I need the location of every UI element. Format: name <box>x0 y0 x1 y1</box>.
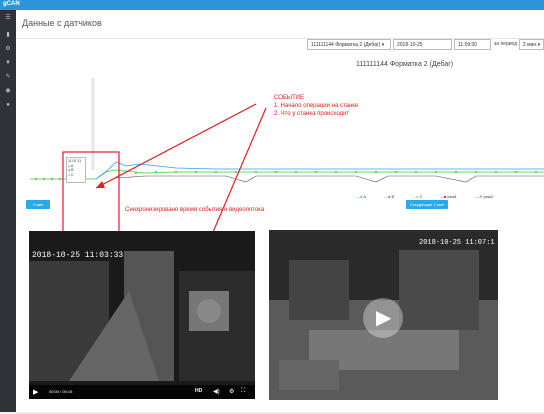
menu-icon[interactable]: ☰ <box>5 15 11 21</box>
settings-icon[interactable]: ⚙ <box>5 46 11 52</box>
tooltip-c: C <box>71 172 74 177</box>
arrow-to-chart <box>95 103 257 189</box>
filter-icon[interactable]: ▼ <box>5 60 11 66</box>
back-button[interactable]: 2 мин <box>26 200 50 209</box>
eye-icon[interactable]: ◉ <box>5 88 11 94</box>
globe-icon[interactable]: ● <box>5 102 11 108</box>
video-player-2[interactable]: 2018-10-25 11:07:1 ▶ <box>269 230 498 400</box>
next-button[interactable]: Следующие 2 мин <box>406 200 448 209</box>
video1-time: 00:00 / 00:15 <box>49 389 73 394</box>
legend-mode1-label: реж1 <box>447 194 457 199</box>
series-B-line <box>115 175 544 183</box>
legend-a[interactable]: —● A <box>356 194 366 199</box>
legend-c[interactable]: —● C <box>412 194 422 199</box>
legend-mode2-label: реж2 <box>483 194 493 199</box>
annotation-title: СОБЫТИЕ <box>274 95 305 101</box>
series-A-line <box>95 161 544 180</box>
legend-b-label: B <box>391 194 395 199</box>
annotation-line1: 1. Начало операции на станке <box>274 103 359 109</box>
legend-mode1[interactable]: —■ реж1 <box>440 194 457 199</box>
legend-c-label: C <box>419 194 423 199</box>
settings-icon[interactable]: ⚙ <box>229 388 234 395</box>
tooltip-a: A <box>70 163 74 168</box>
series-C-line <box>30 169 544 180</box>
legend-a-label: A <box>363 194 366 199</box>
video2-timestamp: 2018-10-25 11:07:1 <box>419 239 495 247</box>
legend-mode2[interactable]: —✕ реж2 <box>475 194 493 199</box>
app-logo: gCAN <box>3 1 20 7</box>
video-player-1[interactable]: 2018-10-25 11:03:33 ▶ 00:00 / 00:15 HD ◀… <box>29 231 255 399</box>
fullscreen-icon[interactable]: ⛶ <box>241 388 245 395</box>
sidebar: ☰ ▮ ⚙ ▼ ✎ ◉ ● <box>0 10 16 412</box>
hd-badge[interactable]: HD <box>195 388 202 394</box>
video1-controls: ▶ 00:00 / 00:15 HD ◀) ⚙ ⛶ <box>29 385 255 399</box>
annotation-line2: 2. Что у станка происходит <box>274 111 350 117</box>
annotation-text: СОБЫТИЕ 1. Начало операции на станке 2. … <box>274 94 358 118</box>
volume-icon[interactable]: ◀) <box>213 388 220 395</box>
event-tooltip: 11:07:11 ● A ● B ● C <box>66 157 86 183</box>
play-button[interactable]: ▶ <box>363 298 403 338</box>
tool-icon[interactable]: ✎ <box>5 74 11 80</box>
video1-timestamp: 2018-10-25 11:03:33 <box>32 251 124 260</box>
top-bar: gCAN <box>0 0 544 10</box>
sync-annotation: Синхронизировано время события и видеопо… <box>125 207 265 213</box>
play-icon: ▶ <box>376 307 392 329</box>
play-icon[interactable]: ▶ <box>33 388 38 396</box>
device-icon[interactable]: ▮ <box>5 32 11 38</box>
tooltip-b: B <box>71 168 74 172</box>
main-content: Данные с датчиков 111111144 Форматка 2 (… <box>16 10 544 414</box>
legend-b[interactable]: —● B <box>384 194 394 199</box>
tooltip-row-c: ● C <box>68 172 74 177</box>
